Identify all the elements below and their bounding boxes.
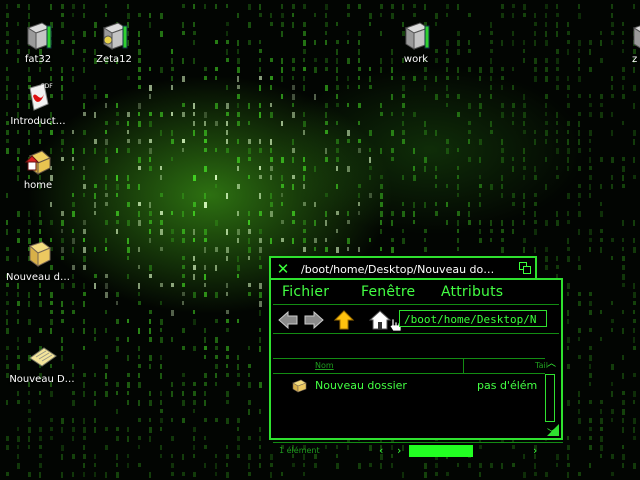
status-bar: 1 élément ‹ › › [273,442,563,459]
window-tab[interactable]: ✕ /boot/home/Desktop/Nouveau do… [269,256,537,280]
desktop-icon-z[interactable]: z [602,20,640,65]
column-header-name[interactable]: Nom [315,361,334,370]
drive-icon [26,22,52,50]
window-frame: Fichier Fenêtre Attributs /boot/home/Des… [269,278,563,457]
desktop-icon-label: fat32 [24,54,52,65]
column-separator[interactable] [463,359,464,373]
desktop-icon-work[interactable]: work [378,20,454,65]
home-icon[interactable] [369,310,391,330]
notes-document-icon [29,347,57,367]
back-arrow-icon[interactable] [277,310,299,330]
desktop-icon-label: work [403,54,429,65]
list-item[interactable]: Nouveau dossier pas d'élém [291,379,547,395]
scroll-left-icon[interactable]: ‹ [379,444,383,457]
desktop-icon-label: Introduct… [10,116,66,127]
scroll-thumb[interactable] [545,374,555,422]
status-text: 1 élément [279,446,320,455]
menu-bar: Fichier Fenêtre Attributs [273,282,559,305]
resize-handle-icon[interactable] [547,424,559,436]
drive-icon [102,22,128,50]
desktop-icon-zeta12[interactable]: Zeta12 [76,20,152,65]
column-headers: Nom Tail [273,358,548,374]
desktop-icon-nouveau-document[interactable]: Nouveau D… [4,340,80,385]
desktop-icon-label: Zeta12 [96,54,132,65]
menu-fenetre[interactable]: Fenêtre [361,284,415,300]
folder-icon [29,241,51,267]
scroll-right-icon[interactable]: › [397,444,401,457]
desktop-icon-label: home [23,180,53,191]
desktop-icon-nouveau-dossier[interactable]: Nouveau d… [0,238,76,283]
path-field[interactable]: /boot/home/Desktop/N [399,310,547,327]
menu-attributs[interactable]: Attributs [441,284,503,300]
drive-icon [404,22,430,50]
scroll-right-end-icon[interactable]: › [533,444,537,457]
desktop-icon-label: Nouveau d… [6,272,70,283]
list-item-size: pas d'élém [477,379,538,392]
list-item-name: Nouveau dossier [315,379,407,392]
forward-arrow-icon[interactable] [303,310,325,330]
desktop-icon-label: z [632,54,638,65]
pdf-badge: PDF [41,83,53,90]
desktop-icon-fat32[interactable]: fat32 [0,20,76,65]
horizontal-scroll-thumb[interactable] [409,445,473,457]
desktop-icon-label: Nouveau D… [9,374,75,385]
desktop-icon-introduction-pdf[interactable]: PDF Introduct… [0,82,76,127]
zoom-icon[interactable] [519,262,531,274]
scroll-up-icon[interactable]: ︿ [547,360,556,369]
window-title: /boot/home/Desktop/Nouveau do… [301,263,495,276]
pdf-document-icon: PDF [29,83,53,111]
folder-icon [292,379,307,393]
navigation-toolbar: /boot/home/Desktop/N [273,307,559,334]
home-folder-icon [24,150,51,175]
tracker-window[interactable]: ✕ /boot/home/Desktop/Nouveau do… Fichier… [269,256,563,457]
menu-fichier[interactable]: Fichier [282,284,329,300]
up-arrow-icon[interactable] [333,310,355,330]
drive-icon [632,25,640,49]
desktop-icon-home[interactable]: home [0,146,76,191]
close-icon[interactable]: ✕ [275,261,291,277]
